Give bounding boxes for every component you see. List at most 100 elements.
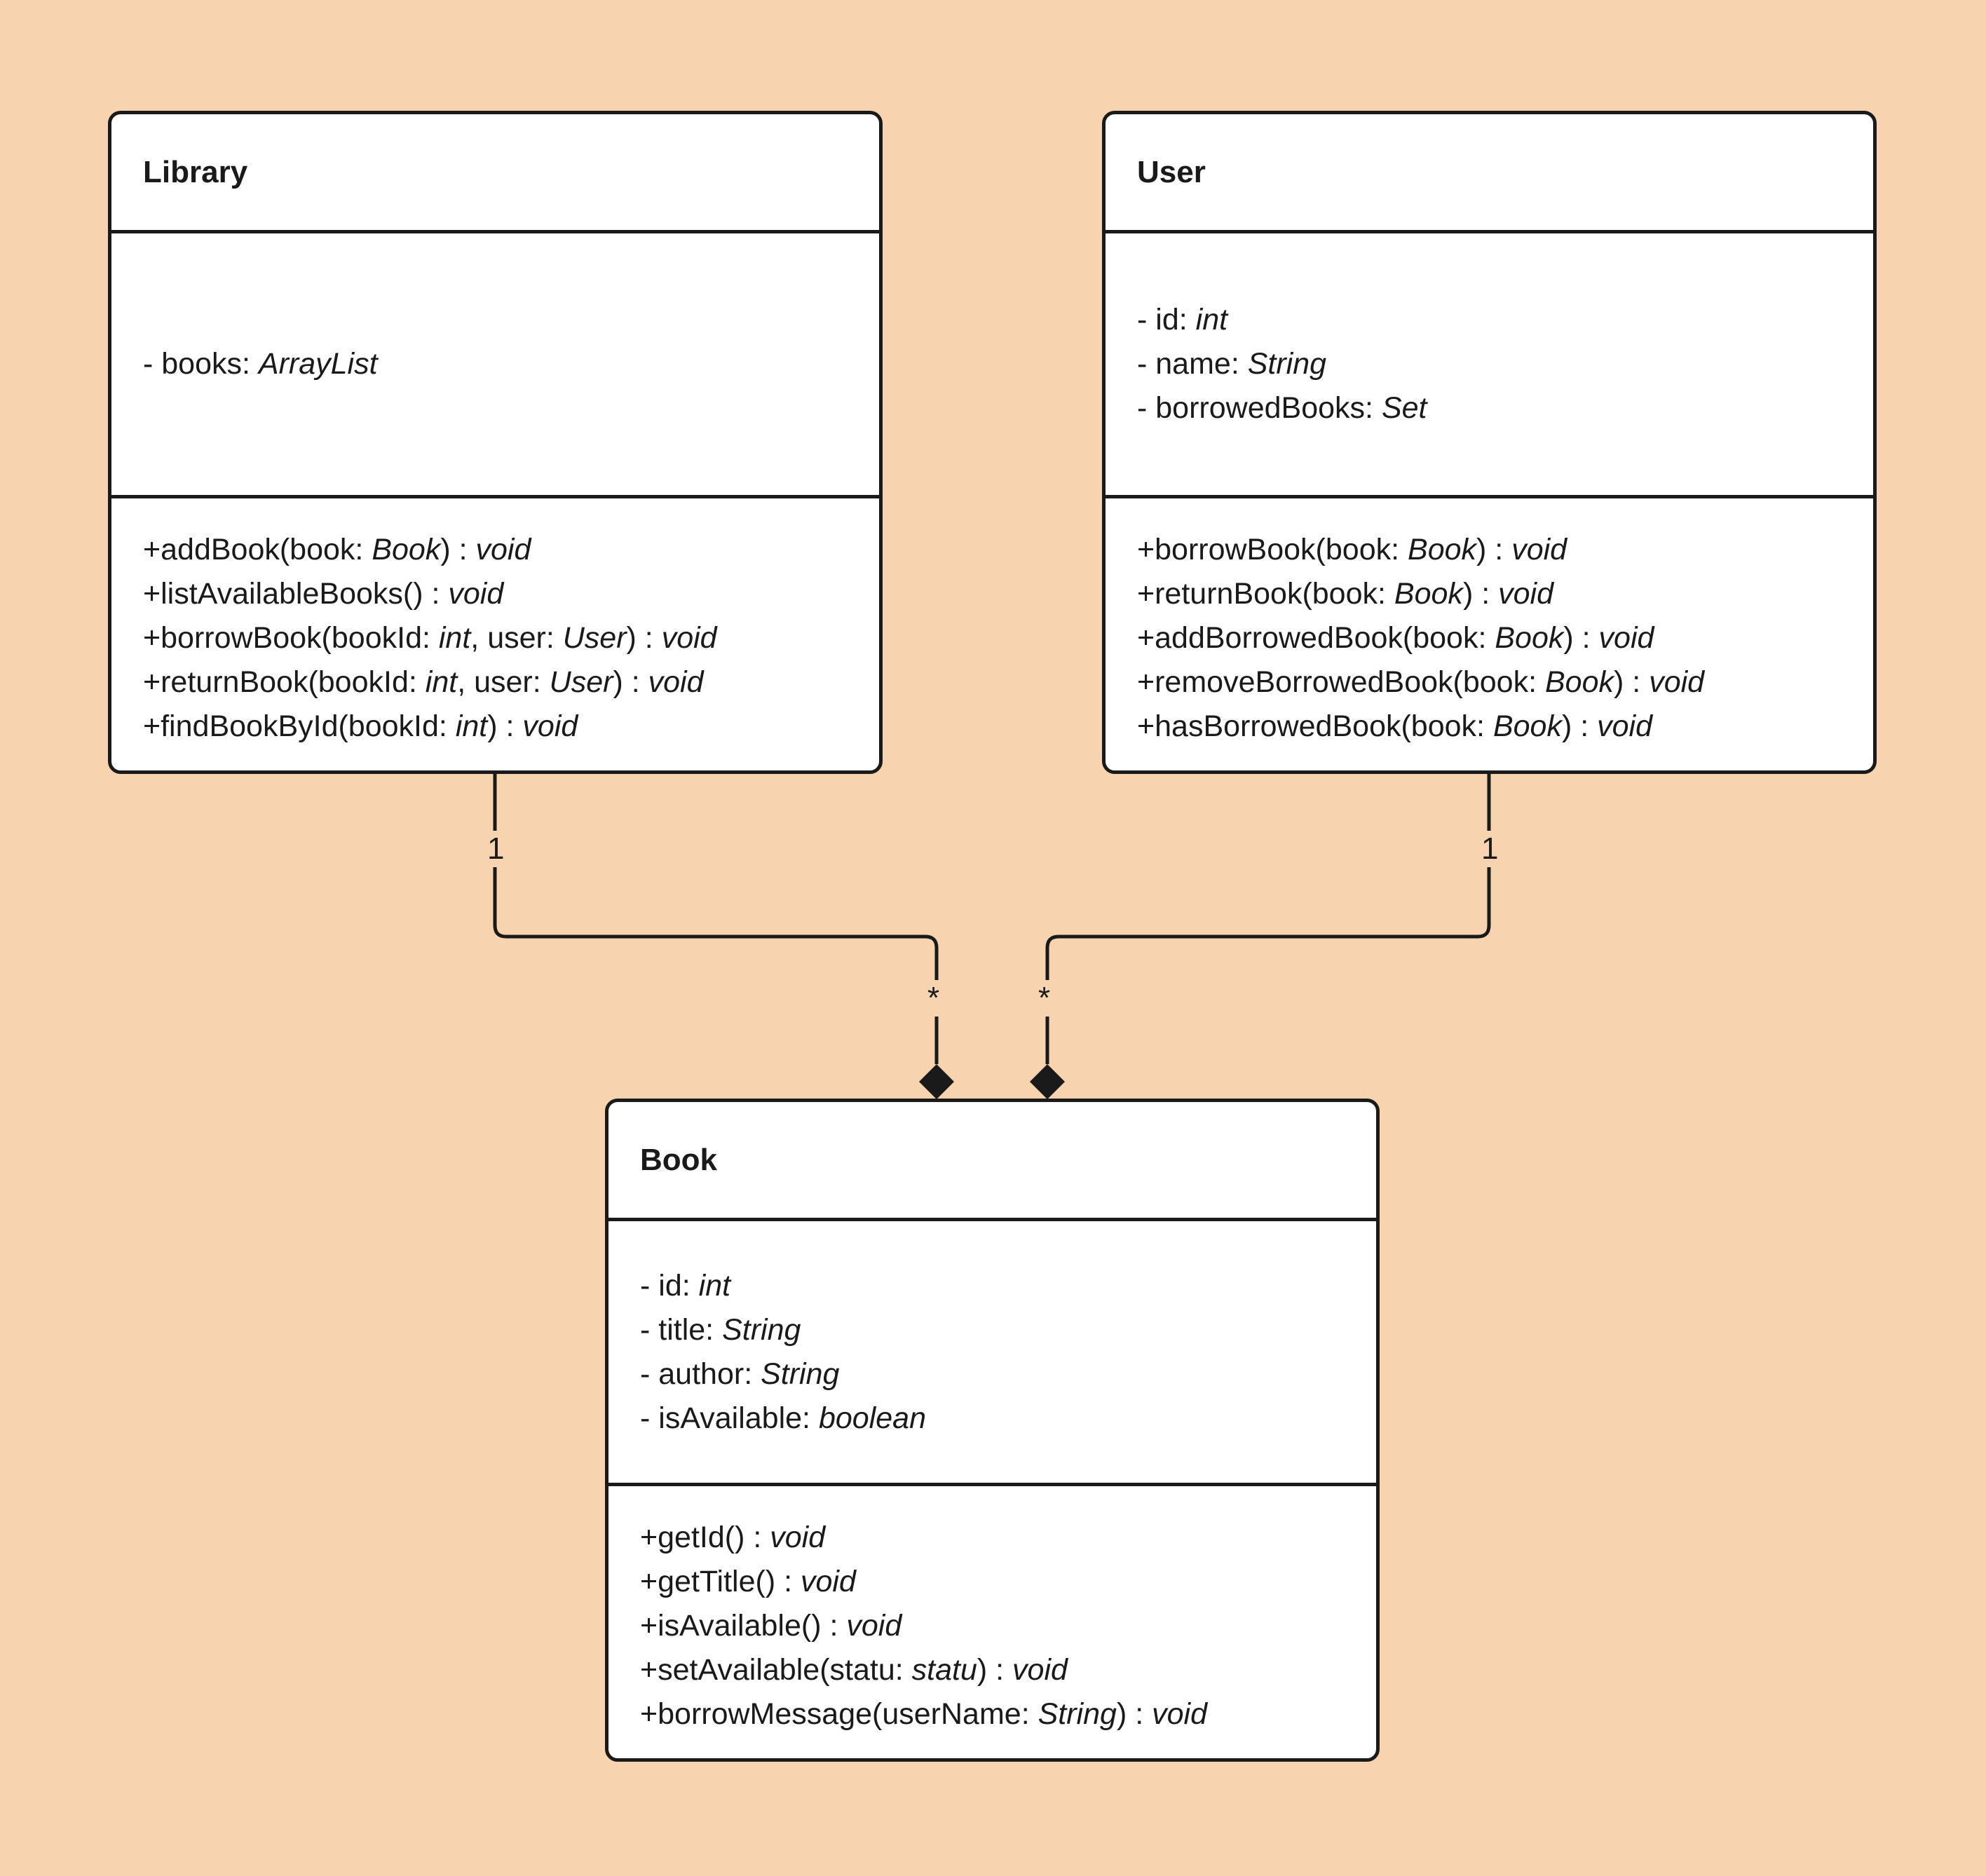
member-type: User	[562, 621, 627, 655]
member-type: void	[1498, 577, 1553, 611]
library-multiplicity-label: 1	[487, 831, 505, 867]
user-operation: +returnBook(book: Book) : void	[1137, 572, 1873, 616]
library-book-composition-diamond	[919, 1064, 954, 1099]
member-type: void	[1598, 621, 1654, 655]
book-operations: +getId() : void +getTitle() : void +isAvai…	[608, 1486, 1376, 1736]
member-type: String	[722, 1312, 801, 1347]
member-text: ) :	[440, 533, 476, 566]
member-text: - isAvailable:	[640, 1401, 819, 1435]
member-text: ) :	[613, 665, 648, 699]
user-operation: +addBorrowedBook(book: Book) : void	[1137, 616, 1873, 660]
book-class-name: Book	[608, 1102, 1376, 1221]
member-text: , user:	[457, 665, 550, 699]
user-attribute: - name: String	[1137, 342, 1873, 386]
book-class[interactable]: Book - id: int - title: String - author: S…	[605, 1099, 1380, 1762]
member-type: Book	[1394, 577, 1463, 611]
member-type: void	[1649, 665, 1705, 699]
member-text: - title:	[640, 1312, 723, 1347]
library-operation: +addBook(book: Book) : void	[143, 528, 879, 572]
book-operation: +isAvailable() : void	[640, 1604, 1376, 1648]
member-type: void	[1511, 533, 1567, 566]
library-operation: +borrowBook(bookId: int, user: User) : v…	[143, 616, 879, 660]
book-operation: +getTitle() : void	[640, 1560, 1376, 1604]
member-type: int	[455, 709, 488, 743]
member-text: +hasBorrowedBook(book:	[1137, 709, 1493, 743]
member-type: void	[448, 577, 504, 611]
member-type: void	[801, 1565, 856, 1598]
member-text: - author:	[640, 1357, 761, 1391]
user-operations: +borrowBook(book: Book) : void +returnBoo…	[1106, 498, 1873, 749]
member-text: +setAvailable(statu:	[640, 1653, 912, 1687]
book-attribute: - title: String	[640, 1308, 1376, 1352]
member-type: void	[1012, 1653, 1068, 1687]
member-type: void	[770, 1521, 826, 1554]
member-type: int	[1195, 303, 1228, 337]
member-type: Book	[1408, 533, 1477, 566]
member-text: +addBorrowedBook(book:	[1137, 621, 1495, 655]
member-text: - id:	[640, 1268, 699, 1303]
member-text: ) :	[1563, 621, 1599, 655]
user-book-multiplicity-label: *	[1038, 980, 1051, 1017]
member-type: int	[438, 621, 471, 655]
library-class[interactable]: Library - books: ArrayList +addBook(book…	[108, 111, 883, 774]
member-text: ) :	[487, 709, 523, 743]
member-type: boolean	[818, 1401, 926, 1435]
member-type: int	[425, 665, 458, 699]
member-type: Book	[1495, 621, 1564, 655]
member-text: ) :	[1614, 665, 1650, 699]
member-type: Set	[1381, 391, 1427, 425]
member-text: ) :	[1476, 533, 1512, 566]
member-type: User	[549, 665, 613, 699]
library-operations: +addBook(book: Book) : void +listAvailabl…	[111, 498, 879, 749]
member-text: +isAvailable() :	[640, 1609, 847, 1643]
library-operation: +listAvailableBooks() : void	[143, 572, 879, 616]
member-text: +getId() :	[640, 1521, 770, 1554]
member-type: void	[661, 621, 717, 655]
member-text: ) :	[1116, 1697, 1152, 1731]
user-class-name: User	[1106, 114, 1873, 233]
user-multiplicity-label: 1	[1481, 831, 1499, 867]
member-text: +returnBook(book:	[1137, 577, 1394, 611]
member-type: void	[475, 533, 531, 566]
member-text: +listAvailableBooks() :	[143, 577, 449, 611]
member-type: Book	[372, 533, 441, 566]
member-type: void	[1597, 709, 1653, 743]
user-operation: +removeBorrowedBook(book: Book) : void	[1137, 660, 1873, 705]
member-text: +addBook(book:	[143, 533, 372, 566]
member-text: ) :	[977, 1653, 1013, 1687]
member-text: +borrowMessage(userName:	[640, 1697, 1038, 1731]
member-type: String	[1247, 347, 1327, 381]
member-text: - id:	[1137, 303, 1196, 337]
member-text: ) :	[1561, 709, 1598, 743]
member-text: ) :	[626, 621, 662, 655]
user-operation: +hasBorrowedBook(book: Book) : void	[1137, 705, 1873, 749]
member-type: String	[1038, 1697, 1117, 1731]
book-operation: +getId() : void	[640, 1516, 1376, 1560]
library-operation: +findBookById(bookId: int) : void	[143, 705, 879, 749]
book-attribute: - isAvailable: boolean	[640, 1396, 1376, 1441]
user-class[interactable]: User - id: int - name: String - borrowedBo…	[1102, 111, 1877, 774]
user-attribute: - id: int	[1137, 298, 1873, 342]
member-type: void	[846, 1609, 902, 1643]
library-book-multiplicity-label: *	[927, 980, 940, 1017]
member-text: +getTitle() :	[640, 1565, 801, 1598]
member-type: ArrayList	[258, 347, 378, 381]
member-type: void	[1152, 1697, 1207, 1731]
member-text: +borrowBook(book:	[1137, 533, 1408, 566]
member-text: - borrowedBooks:	[1137, 391, 1382, 425]
member-type: statu	[911, 1653, 977, 1687]
book-attribute: - id: int	[640, 1264, 1376, 1308]
library-book-association-line	[493, 771, 939, 1064]
member-text: - books:	[143, 347, 259, 381]
member-text: ) :	[1462, 577, 1499, 611]
user-operation: +borrowBook(book: Book) : void	[1137, 528, 1873, 572]
book-attribute: - author: String	[640, 1352, 1376, 1396]
member-text: - name:	[1137, 347, 1248, 381]
user-attribute: - borrowedBooks: Set	[1137, 386, 1873, 430]
member-type: void	[522, 709, 578, 743]
member-type: Book	[1492, 709, 1562, 743]
library-class-name: Library	[111, 114, 879, 233]
member-text: , user:	[470, 621, 563, 655]
user-book-composition-diamond	[1030, 1064, 1065, 1099]
member-text: +removeBorrowedBook(book:	[1137, 665, 1545, 699]
